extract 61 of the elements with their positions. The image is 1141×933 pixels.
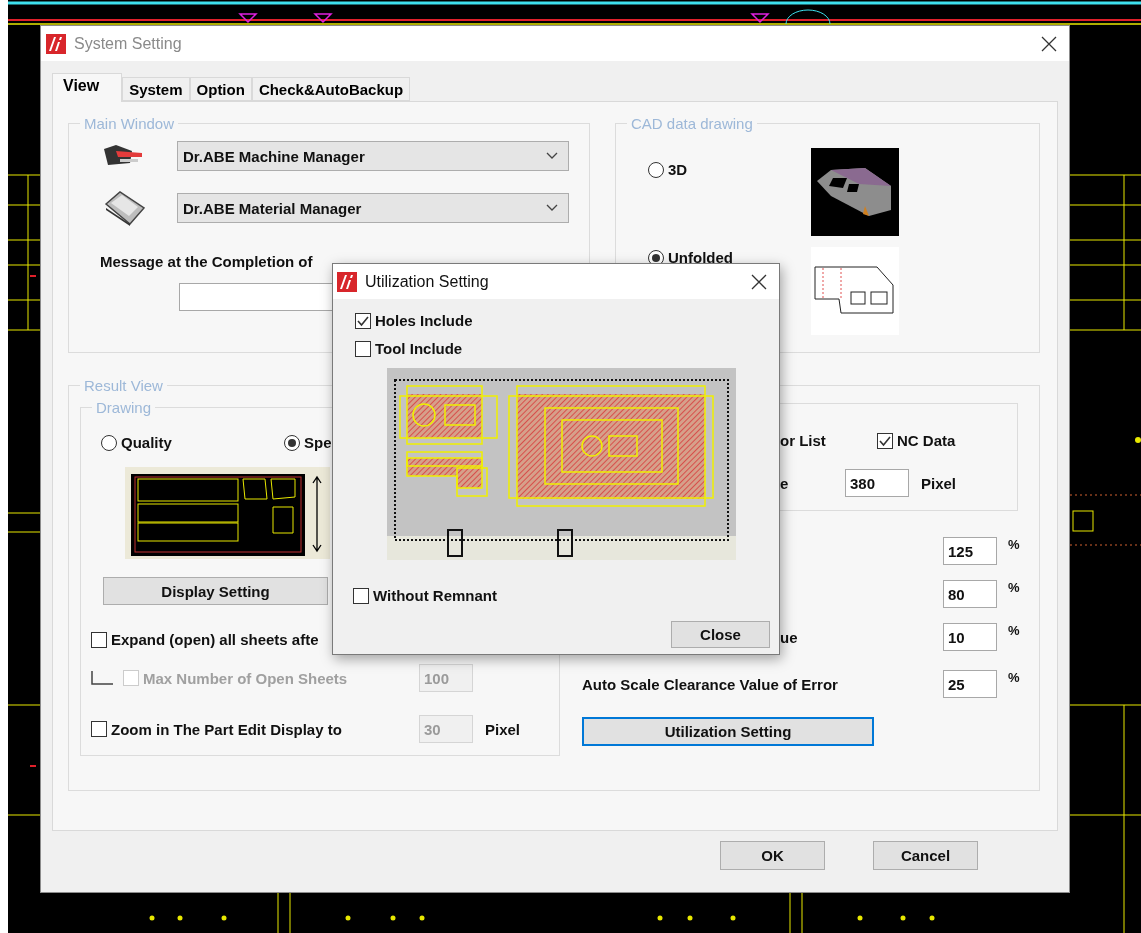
field-label: ue — [780, 628, 798, 646]
dropdown[interactable]: Dr.ABE Machine Manager — [177, 141, 569, 171]
radio-label: Spe — [304, 434, 332, 451]
checkbox[interactable] — [91, 631, 107, 648]
checkbox-label: Without Remnant — [373, 587, 497, 604]
dialog-button[interactable]: Cancel — [873, 841, 978, 870]
display-setting-button[interactable]: Display Setting — [103, 577, 328, 605]
unit-label: % — [1008, 623, 1020, 638]
tree-branch-icon — [91, 671, 113, 685]
unit-label: % — [1008, 580, 1020, 595]
app-logo-icon — [46, 33, 66, 54]
field-label: Auto Scale Clearance Value of Error — [582, 675, 838, 693]
unit-label: Pixel — [485, 720, 522, 738]
dialog-title: Utilization Setting — [365, 272, 490, 291]
section-title: CAD data drawing — [630, 115, 754, 132]
checkbox[interactable] — [877, 432, 893, 449]
section-title: Result View — [83, 377, 164, 394]
checkbox[interactable] — [355, 312, 371, 329]
section-title: Main Window — [83, 115, 176, 132]
close-icon[interactable] — [1041, 35, 1057, 52]
input-field[interactable]: 80 — [943, 580, 997, 608]
radio-label: Quality — [121, 434, 172, 451]
material-sheets-icon — [102, 190, 146, 226]
dialog-button[interactable]: OK — [720, 841, 825, 870]
checkbox-label: NC Data — [897, 432, 956, 449]
radio-label: 3D — [668, 161, 688, 178]
checkbox-label: or List — [780, 432, 827, 449]
checkbox-label: Expand (open) all sheets afte — [111, 631, 319, 648]
chevron-down-icon — [546, 204, 558, 212]
tab[interactable]: Check&AutoBackup — [251, 77, 411, 101]
tab[interactable]: System — [122, 77, 190, 101]
input-field[interactable]: 380 — [845, 469, 909, 497]
checkbox-label: Holes Include — [375, 312, 473, 329]
field-label: e — [780, 474, 790, 492]
checkbox-label: Max Number of Open Sheets — [143, 669, 348, 687]
unit-label: Pixel — [921, 474, 958, 492]
checkbox[interactable] — [353, 587, 369, 604]
app-logo-icon — [337, 271, 357, 292]
input-field[interactable]: 25 — [943, 670, 997, 698]
tab[interactable]: Option — [189, 77, 252, 101]
tab[interactable]: View — [52, 73, 123, 102]
checkbox-label: Zoom in The Part Edit Display to — [111, 720, 342, 738]
section-title: Drawing — [95, 399, 153, 416]
unit-label: % — [1008, 537, 1020, 552]
radio-button[interactable] — [101, 434, 117, 451]
unit-label: % — [1008, 670, 1020, 685]
input-field[interactable]: 10 — [943, 623, 997, 651]
window-title: System Setting — [74, 34, 183, 53]
checkbox-label: Tool Include — [375, 340, 463, 357]
utilization-setting-button[interactable]: Utilization Setting — [582, 717, 874, 746]
checkbox[interactable] — [91, 721, 107, 737]
checkbox[interactable] — [355, 340, 371, 357]
dropdown[interactable]: Dr.ABE Material Manager — [177, 193, 569, 223]
input-field[interactable]: 125 — [943, 537, 997, 565]
close-icon[interactable] — [751, 273, 767, 290]
radio-label: Unfolded — [668, 249, 733, 266]
close-button[interactable]: Close — [671, 621, 770, 648]
radio-button[interactable] — [284, 434, 300, 451]
radio-button[interactable] — [648, 161, 664, 178]
field-label: Message at the Completion of — [100, 253, 314, 270]
chevron-down-icon — [546, 152, 558, 160]
